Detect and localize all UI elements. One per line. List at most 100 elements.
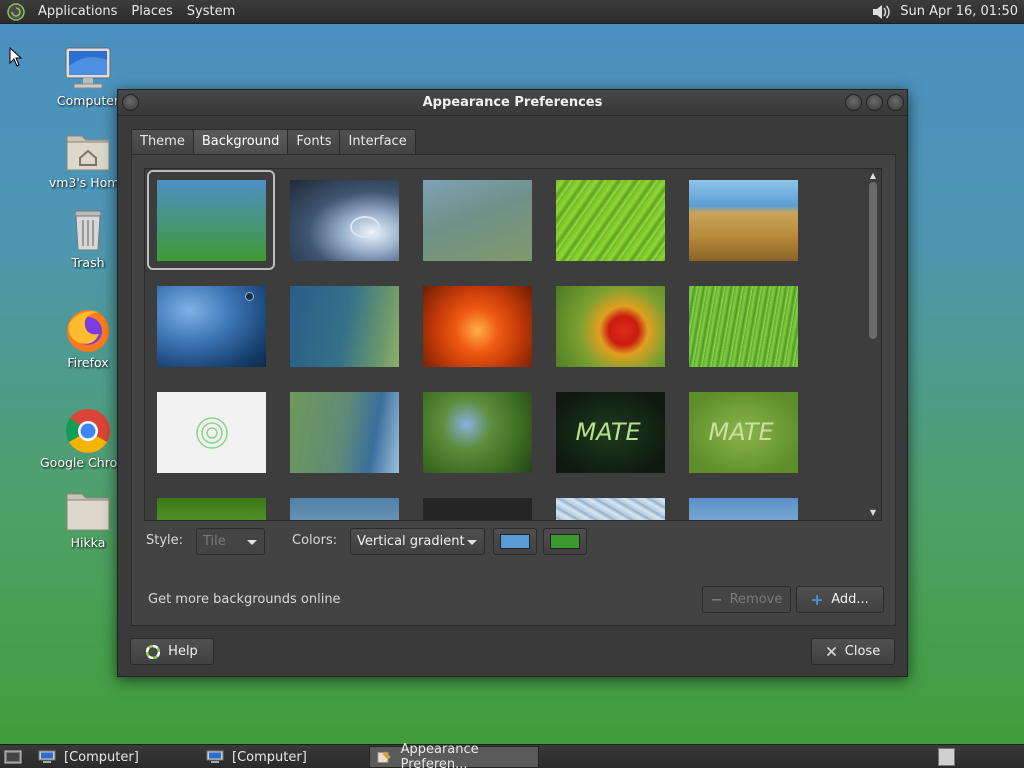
wallpaper-gallery[interactable]: MATE MATE ▲ ▼: [144, 168, 882, 521]
wallpaper-thumbnail[interactable]: [147, 488, 275, 520]
wallpaper-thumbnail[interactable]: [679, 488, 807, 520]
desktop-icon-label: Trash: [71, 255, 105, 270]
mate-wallpaper-text: MATE: [708, 417, 774, 446]
wallpaper-thumbnail[interactable]: [147, 170, 275, 270]
wallpaper-image: [422, 285, 532, 367]
taskbar-item-label: [Computer]: [64, 749, 139, 765]
wallpaper-image: [422, 179, 532, 261]
wallpaper-image: [422, 391, 532, 473]
close-window-button[interactable]: [887, 94, 904, 111]
wallpaper-image: [289, 497, 399, 520]
bottom-panel: [Computer] [Computer] Appearance Prefere…: [0, 742, 1024, 768]
menu-applications[interactable]: Applications: [31, 0, 124, 24]
wallpaper-thumbnail[interactable]: [546, 276, 674, 376]
wallpaper-thumbnail[interactable]: MATE: [679, 382, 807, 482]
mate-menu-icon[interactable]: [7, 2, 25, 21]
wallpaper-image: [688, 179, 798, 261]
close-icon: [826, 646, 836, 657]
help-button-label: Help: [168, 644, 198, 659]
volume-icon[interactable]: [870, 3, 892, 21]
computer-icon: [65, 47, 111, 89]
mate-wallpaper-text: MATE: [575, 417, 641, 446]
appearance-preferences-window: Appearance Preferences Theme Background …: [117, 89, 908, 677]
scroll-up-icon[interactable]: ▲: [866, 170, 880, 182]
wallpaper-thumbnail[interactable]: [546, 488, 674, 520]
wallpaper-image: [555, 179, 665, 261]
scrollbar-thumb[interactable]: [869, 182, 877, 339]
computer-icon: [206, 750, 224, 763]
wallpaper-thumbnail[interactable]: [280, 488, 408, 520]
wallpaper-thumbnail[interactable]: [413, 170, 541, 270]
get-more-backgrounds-link[interactable]: Get more backgrounds online: [148, 592, 341, 607]
show-desktop-icon[interactable]: [4, 749, 22, 765]
wallpaper-image: [289, 285, 399, 367]
wallpaper-thumbnail[interactable]: [147, 382, 275, 482]
taskbar-item-label: Appearance Preferen...: [400, 742, 479, 768]
style-dropdown-value: Tile: [203, 534, 226, 549]
tab-background[interactable]: Background: [192, 129, 289, 155]
chevron-down-icon: [247, 540, 257, 545]
colors-dropdown[interactable]: Vertical gradient: [350, 528, 485, 555]
wallpaper-thumbnail[interactable]: [413, 276, 541, 376]
style-label: Style:: [146, 533, 184, 548]
primary-color-button[interactable]: [493, 528, 537, 555]
wallpaper-thumbnail[interactable]: [413, 488, 541, 520]
wallpaper-thumbnail[interactable]: [679, 276, 807, 376]
scroll-down-icon[interactable]: ▼: [866, 507, 880, 519]
style-dropdown[interactable]: Tile: [196, 528, 265, 555]
window-title: Appearance Preferences: [422, 95, 603, 110]
wallpaper-image: [289, 179, 399, 261]
wallpaper-image: [156, 497, 266, 520]
wallpaper-image: [555, 497, 665, 520]
wallpaper-thumbnail[interactable]: [280, 170, 408, 270]
taskbar-item-computer-2[interactable]: [Computer]: [200, 746, 366, 768]
background-tab-panel: MATE MATE ▲ ▼ Style: Tile Colors: Vertic…: [131, 154, 896, 626]
help-lifebuoy-icon: [146, 644, 161, 659]
wallpaper-thumbnail[interactable]: [413, 382, 541, 482]
minimize-button[interactable]: [845, 94, 862, 111]
secondary-color-button[interactable]: [543, 528, 587, 555]
wallpaper-thumbnail[interactable]: [147, 276, 275, 376]
menu-places[interactable]: Places: [124, 0, 179, 24]
tab-theme[interactable]: Theme: [131, 129, 194, 155]
help-button[interactable]: Help: [130, 638, 214, 665]
tab-interface[interactable]: Interface: [339, 129, 416, 155]
remove-button[interactable]: Remove: [702, 586, 791, 613]
wallpaper-image: [289, 391, 399, 473]
appearance-icon: [377, 751, 391, 763]
menu-system[interactable]: System: [180, 0, 242, 24]
taskbar-item-label: [Computer]: [232, 749, 307, 765]
window-titlebar[interactable]: Appearance Preferences: [118, 90, 907, 116]
tab-bar: Theme Background Fonts Interface: [131, 129, 416, 155]
wallpaper-thumbnail[interactable]: [280, 382, 408, 482]
wallpaper-image: MATE: [688, 391, 798, 473]
taskbar-item-computer-1[interactable]: [Computer]: [32, 746, 198, 768]
chevron-down-icon: [467, 540, 477, 545]
wallpaper-thumbnail[interactable]: [546, 170, 674, 270]
taskbar-item-appearance-preferences[interactable]: Appearance Preferen...: [369, 742, 539, 768]
colors-dropdown-value: Vertical gradient: [357, 534, 465, 549]
window-menu-button[interactable]: [122, 94, 139, 111]
close-button-label: Close: [844, 644, 881, 659]
wallpaper-thumbnail[interactable]: [679, 170, 807, 270]
gallery-scrollbar[interactable]: ▲ ▼: [866, 170, 880, 519]
workspace-switcher[interactable]: [938, 748, 955, 766]
firefox-icon: [67, 310, 109, 352]
wallpaper-thumbnail[interactable]: MATE: [546, 382, 674, 482]
mate-logo-icon: [195, 416, 228, 449]
remove-button-label: Remove: [729, 592, 783, 607]
wallpaper-image: [688, 497, 798, 520]
top-panel: Applications Places System Sun Apr 16, 0…: [0, 0, 1024, 24]
clock[interactable]: Sun Apr 16, 01:50: [900, 4, 1018, 19]
maximize-button[interactable]: [866, 94, 883, 111]
desktop-icon-label: Computer: [56, 93, 120, 108]
trash-icon: [74, 210, 102, 251]
wallpaper-image: MATE: [555, 391, 665, 473]
minus-icon: [711, 599, 721, 601]
wallpaper-thumbnail[interactable]: [280, 276, 408, 376]
chrome-icon: [65, 409, 110, 453]
add-button[interactable]: Add...: [796, 586, 884, 613]
close-button[interactable]: Close: [811, 638, 895, 665]
folder-icon: [66, 493, 110, 531]
tab-fonts[interactable]: Fonts: [287, 129, 341, 155]
